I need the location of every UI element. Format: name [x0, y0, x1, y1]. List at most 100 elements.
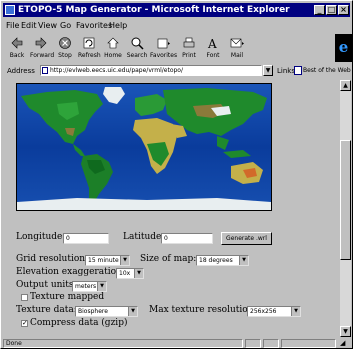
- toolbar: Back Forward Stop Refresh Home Search Fa…: [3, 34, 333, 62]
- browser-window: ETOPO-5 Map Generator - Microsoft Intern…: [0, 0, 353, 349]
- link-page-icon: [294, 66, 302, 75]
- home-label: Home: [104, 52, 122, 59]
- compress-label: Compress data (gzip): [30, 318, 128, 328]
- favorites-icon: [156, 36, 170, 50]
- menu-view[interactable]: View: [38, 19, 57, 32]
- menu-favorites[interactable]: Favorites: [76, 19, 112, 32]
- scroll-up-button[interactable]: ▲: [340, 80, 351, 91]
- search-icon: [130, 36, 144, 50]
- chevron-down-icon: ▼: [97, 282, 106, 291]
- status-pane-3: [263, 339, 279, 348]
- longitude-input[interactable]: 0: [63, 233, 109, 244]
- scroll-thumb[interactable]: [340, 140, 351, 260]
- max-texture-label: Max texture resolution:: [149, 305, 257, 315]
- size-of-map-value: 18 degrees: [199, 257, 233, 264]
- texture-mapped-label: Texture mapped: [30, 292, 105, 302]
- refresh-button[interactable]: Refresh: [78, 35, 101, 62]
- home-button[interactable]: Home: [102, 35, 124, 62]
- maximize-button[interactable]: □: [326, 5, 337, 15]
- address-label: Address: [7, 67, 35, 75]
- font-button[interactable]: A Font: [202, 35, 224, 62]
- chevron-down-icon: ▼: [239, 256, 248, 265]
- address-bar: Address http://evlweb.eecs.uic.edu/pape/…: [3, 64, 351, 78]
- status-text: Done: [6, 340, 22, 347]
- grid-resolution-value: 15 minute: [88, 257, 119, 264]
- search-button[interactable]: Search: [126, 35, 148, 62]
- stop-button[interactable]: Stop: [54, 35, 76, 62]
- output-units-select[interactable]: meters ▼: [72, 281, 107, 292]
- back-button[interactable]: Back: [6, 35, 28, 62]
- print-label: Print: [182, 52, 196, 59]
- mail-button[interactable]: Mail: [226, 35, 248, 62]
- longitude-label: Longitude:: [16, 232, 66, 242]
- search-label: Search: [126, 52, 148, 59]
- menu-file[interactable]: File: [6, 19, 19, 32]
- resize-grip-icon[interactable]: ◢: [340, 339, 349, 348]
- font-label: Font: [206, 52, 220, 59]
- back-label: Back: [9, 52, 25, 59]
- grid-resolution-label: Grid resolution:: [16, 254, 89, 264]
- menu-edit[interactable]: Edit: [21, 19, 37, 32]
- elevation-label: Elevation exaggeration:: [16, 267, 125, 277]
- favorites-button[interactable]: Favorites: [150, 35, 178, 62]
- size-of-map-label: Size of map:: [140, 254, 197, 264]
- texture-data-label: Texture data:: [16, 305, 77, 315]
- status-bar: Done ◢: [3, 338, 350, 349]
- print-icon: [182, 36, 196, 50]
- ie-logo: e: [335, 34, 352, 62]
- latitude-input[interactable]: 0: [161, 233, 213, 244]
- print-button[interactable]: Print: [178, 35, 200, 62]
- menu-help[interactable]: Help: [109, 19, 127, 32]
- status-pane-4: [281, 339, 336, 348]
- compress-checkbox[interactable]: ✓: [21, 320, 28, 327]
- favorites-label: Favorites: [150, 52, 178, 59]
- page-icon: [42, 67, 48, 74]
- font-icon: A: [206, 36, 220, 51]
- address-input[interactable]: http://evlweb.eecs.uic.edu/pape/vrml/eto…: [40, 65, 262, 76]
- svg-text:A: A: [207, 37, 217, 50]
- forward-arrow-icon: [34, 36, 48, 50]
- texture-data-value: Biosphere: [78, 308, 108, 315]
- elevation-value: 10x: [119, 270, 131, 277]
- status-pane: [3, 339, 243, 348]
- grid-resolution-select[interactable]: 15 minute ▼: [85, 255, 130, 266]
- window-title: ETOPO-5 Map Generator - Microsoft Intern…: [18, 5, 290, 15]
- forward-button[interactable]: Forward: [30, 35, 55, 62]
- world-map-image[interactable]: [16, 83, 272, 211]
- chevron-down-icon: ▼: [128, 307, 137, 316]
- max-texture-select[interactable]: 256x256 ▼: [247, 306, 301, 317]
- forward-label: Forward: [30, 52, 55, 59]
- chevron-down-icon: ▼: [134, 269, 143, 278]
- menu-go[interactable]: Go: [60, 19, 71, 32]
- max-texture-value: 256x256: [250, 308, 277, 315]
- status-pane-2: [245, 339, 261, 348]
- elevation-select[interactable]: 10x ▼: [116, 268, 144, 279]
- generate-wrl-button[interactable]: Generate .wrl: [221, 232, 272, 245]
- chevron-down-icon: ▼: [291, 307, 300, 316]
- output-units-label: Output units:: [16, 280, 77, 290]
- vertical-scrollbar[interactable]: ▲ ▼: [340, 80, 351, 337]
- output-units-value: meters: [75, 283, 97, 290]
- mail-icon: [230, 36, 244, 50]
- address-url: http://evlweb.eecs.uic.edu/pape/vrml/eto…: [50, 67, 183, 74]
- scroll-down-button[interactable]: ▼: [340, 326, 351, 337]
- texture-mapped-checkbox[interactable]: [21, 294, 28, 301]
- title-bar[interactable]: ETOPO-5 Map Generator - Microsoft Intern…: [3, 3, 350, 17]
- chevron-down-icon: ▼: [120, 256, 129, 265]
- stop-icon: [58, 36, 72, 50]
- ie-page-icon: [5, 5, 15, 15]
- links-label[interactable]: Links: [277, 64, 295, 78]
- latitude-label: Latitude:: [123, 232, 165, 242]
- menu-bar: File Edit View Go Favorites Help: [3, 19, 350, 32]
- texture-data-select[interactable]: Biosphere ▼: [75, 306, 138, 317]
- size-of-map-select[interactable]: 18 degrees ▼: [196, 255, 249, 266]
- page-content: Longitude: 0 Latitude: 0 Generate .wrl G…: [3, 80, 340, 337]
- close-button[interactable]: ×: [338, 5, 349, 15]
- address-dropdown-button[interactable]: ▼: [263, 65, 273, 76]
- best-of-web-link[interactable]: Best of the Web: [294, 64, 351, 78]
- home-icon: [106, 36, 120, 50]
- minimize-button[interactable]: _: [314, 5, 325, 15]
- mail-label: Mail: [230, 52, 244, 59]
- ie-logo-icon: e: [338, 38, 349, 56]
- refresh-label: Refresh: [78, 52, 101, 59]
